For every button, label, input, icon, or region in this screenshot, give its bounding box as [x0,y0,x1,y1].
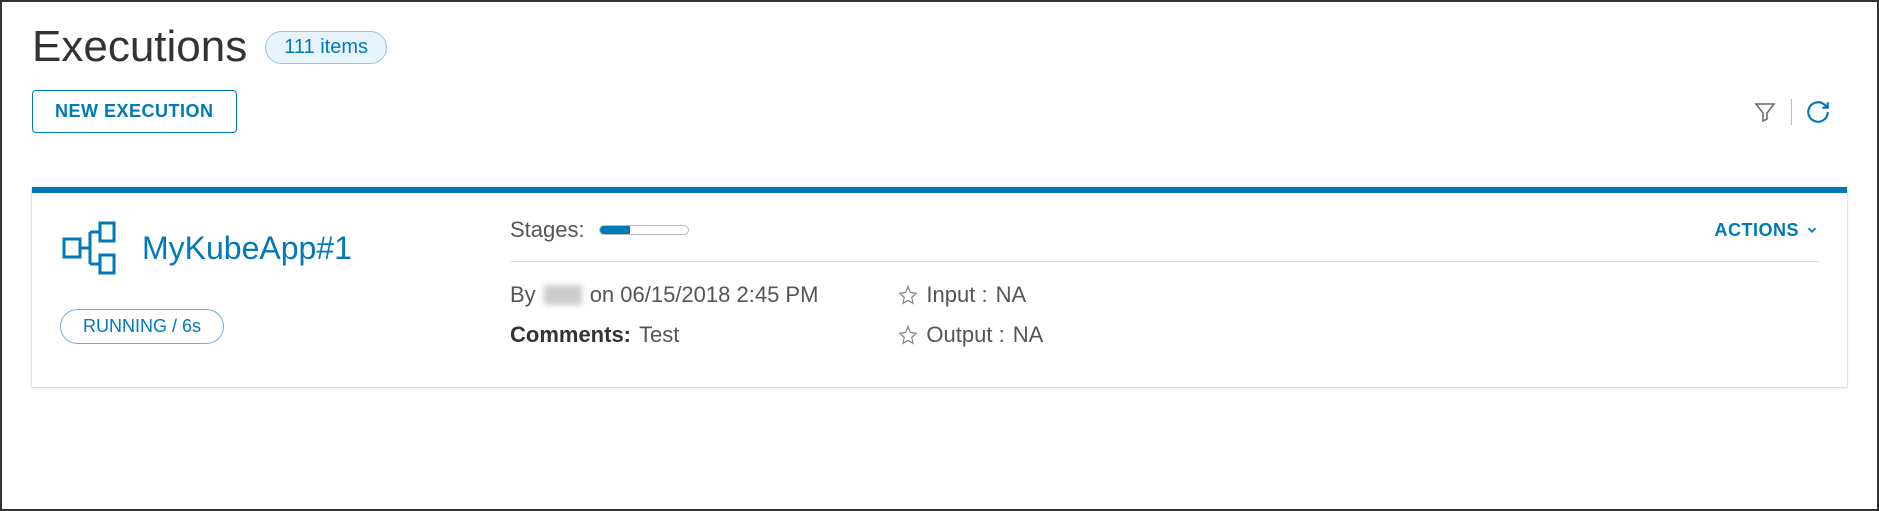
filter-icon [1753,100,1777,124]
stages-progress-fill [600,226,631,234]
page-header: Executions 111 items [32,22,1847,72]
output-value: NA [1013,322,1044,348]
actions-dropdown[interactable]: ACTIONS [1715,220,1820,241]
output-label: Output : [926,322,1004,348]
filter-button[interactable] [1751,98,1779,126]
input-value: NA [996,282,1027,308]
status-badge: RUNNING / 6s [60,309,224,344]
author-redacted [544,285,582,305]
output-line: Output : NA [898,322,1043,348]
stages-progress [599,225,689,235]
input-line: Input : NA [898,282,1043,308]
app-frame: Executions 111 items NEW EXECUTION [0,0,1879,511]
refresh-button[interactable] [1804,98,1832,126]
details-col-right: Input : NA Output : NA [898,282,1043,348]
scroll-padding [32,387,1847,509]
star-icon[interactable] [898,325,918,345]
actions-label: ACTIONS [1715,220,1800,241]
app-row: MyKubeApp#1 [60,217,480,279]
new-execution-button[interactable]: NEW EXECUTION [32,90,237,133]
toolbar: NEW EXECUTION [32,90,1847,133]
pipeline-icon [60,217,122,279]
card-right: Stages: ACTIONS By [510,217,1819,359]
details-col-left: By on 06/15/2018 2:45 PM Comments: Test [510,282,818,348]
page-title: Executions [32,22,247,72]
execution-list[interactable]: MyKubeApp#1 RUNNING / 6s Stages: ACTIONS [2,187,1877,509]
execution-name-link[interactable]: MyKubeApp#1 [142,230,352,267]
stages-row: Stages: ACTIONS [510,217,1819,262]
input-label: Input : [926,282,987,308]
comments-line: Comments: Test [510,322,818,348]
refresh-icon [1805,99,1831,125]
item-count-badge: 111 items [265,31,387,64]
stages-label: Stages: [510,217,585,243]
card-left: MyKubeApp#1 RUNNING / 6s [60,217,480,359]
star-icon[interactable] [898,285,918,305]
toolbar-divider [1791,99,1792,125]
details: By on 06/15/2018 2:45 PM Comments: Test I… [510,282,1819,348]
chevron-down-icon [1805,223,1819,237]
comments-label: Comments: [510,322,631,348]
by-on-text: on 06/15/2018 2:45 PM [590,282,819,308]
by-line: By on 06/15/2018 2:45 PM [510,282,818,308]
stages-left: Stages: [510,217,689,243]
content: Executions 111 items NEW EXECUTION [2,2,1877,133]
toolbar-icons [1751,98,1832,126]
comments-value: Test [639,322,679,348]
by-prefix: By [510,282,536,308]
execution-card: MyKubeApp#1 RUNNING / 6s Stages: ACTIONS [32,187,1847,387]
